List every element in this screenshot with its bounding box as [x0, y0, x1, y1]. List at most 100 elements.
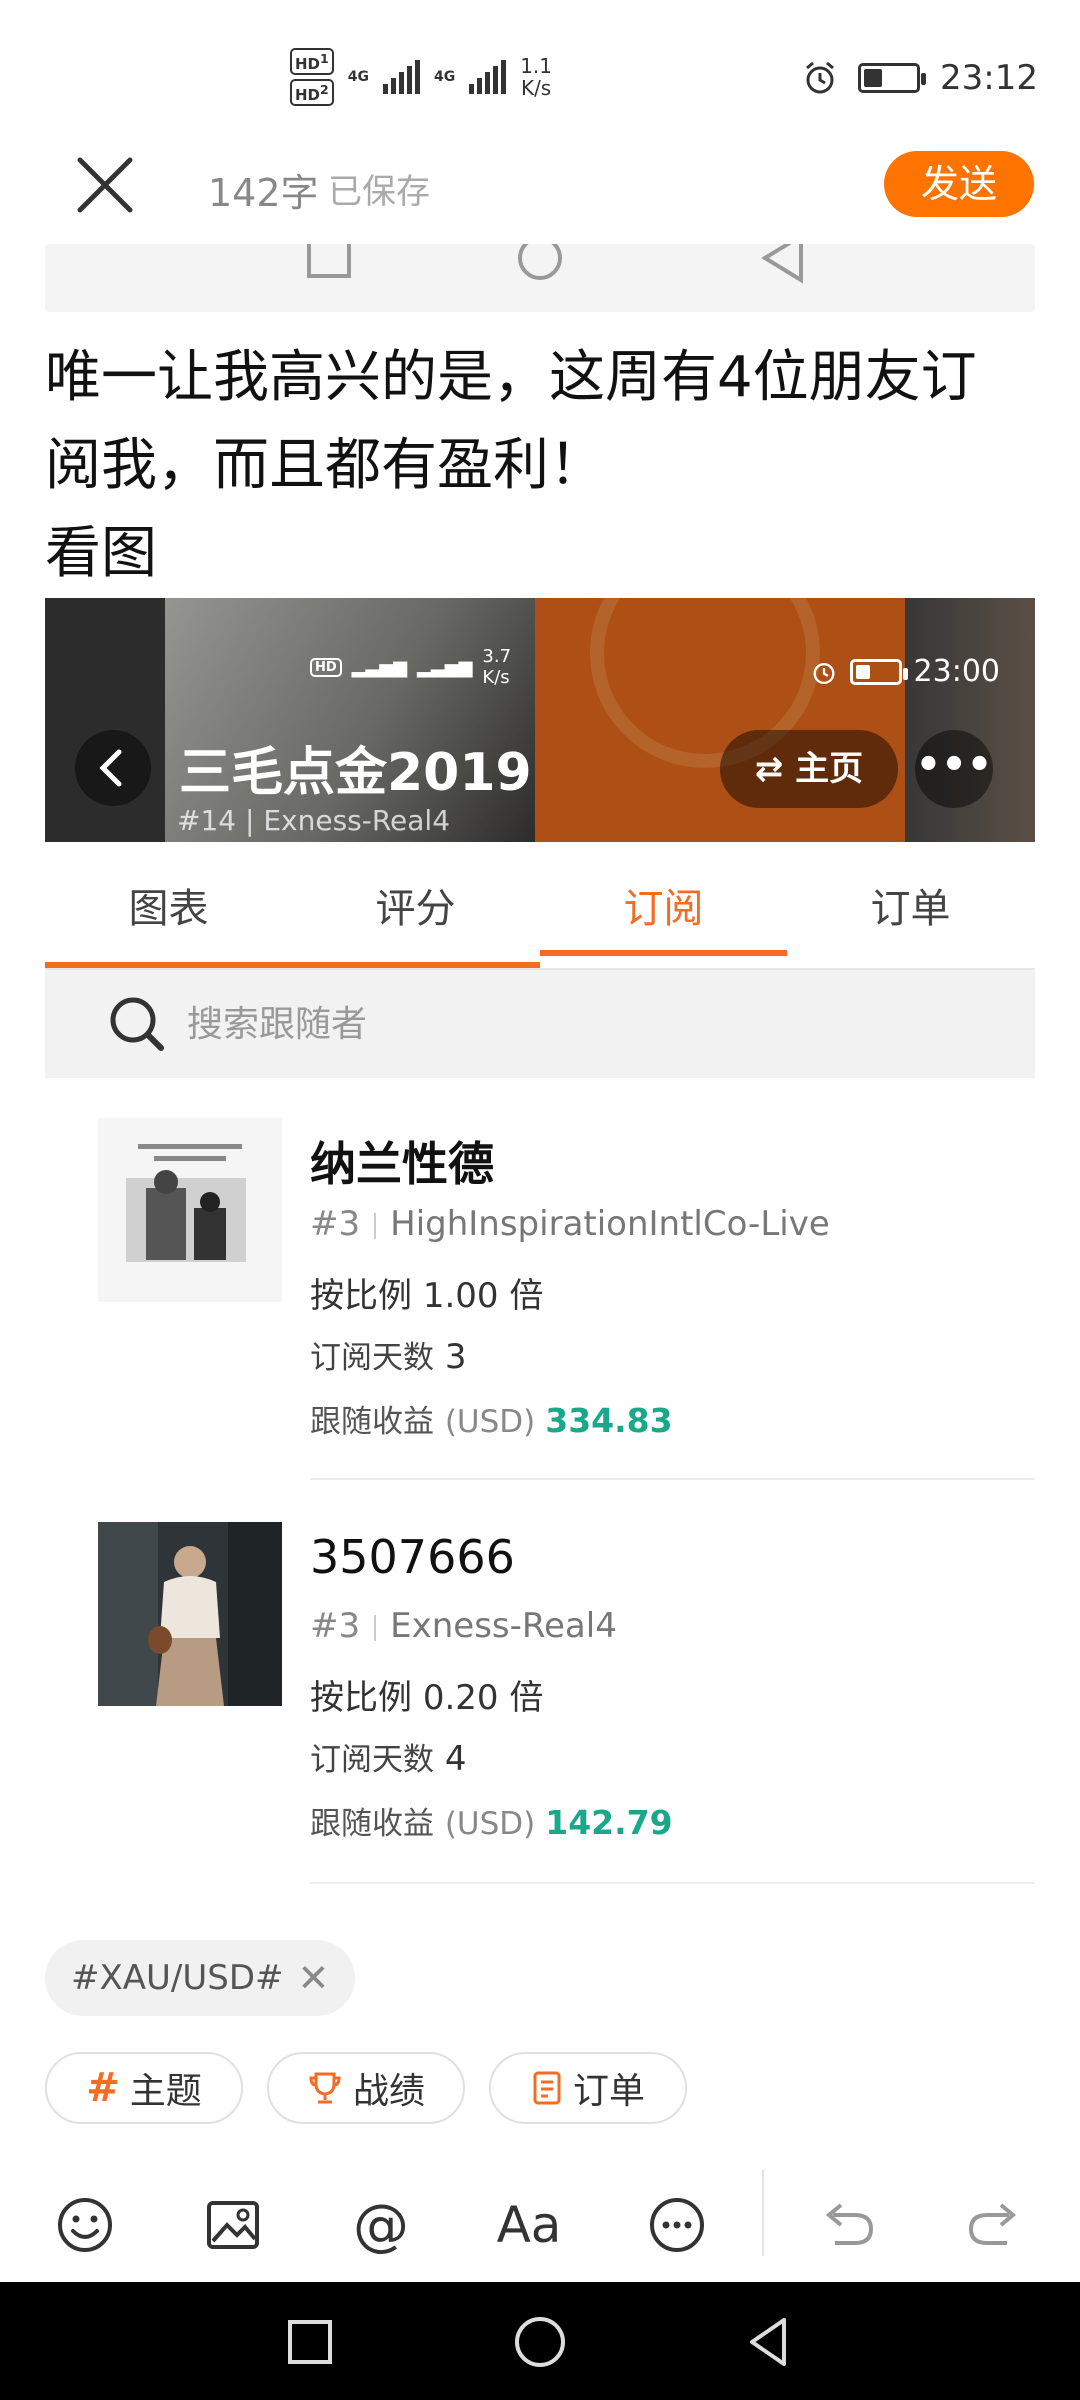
- tab-subscription[interactable]: 订阅: [540, 876, 787, 934]
- follower-name: 纳兰性德: [310, 1137, 494, 1191]
- embedded-status-right: 23:00: [810, 654, 1000, 689]
- embedded-screenshot[interactable]: HD ▂▃▅▆ ▂▃▅▆ 3.7 K/s 23:00 三毛点金2019 #14 |…: [45, 598, 1035, 842]
- order-chip-label: 订单: [572, 2071, 645, 2112]
- more-icon: [650, 2198, 704, 2252]
- embedded-speed: 3.7 K/s: [482, 646, 512, 688]
- signal-icon-2: [469, 60, 507, 94]
- saved-status: 已保存: [328, 172, 430, 212]
- hd-badge-2: HD2: [290, 79, 334, 106]
- post-body[interactable]: 唯一让我高兴的是，这周有4位朋友订 阅我，而且都有盈利！ 看图: [45, 334, 1045, 598]
- topic-chip-label: 主题: [129, 2071, 202, 2112]
- embedded-more-icon: •••: [915, 730, 993, 808]
- toolbar-divider: [762, 2170, 764, 2256]
- trophy-icon: [309, 2072, 341, 2104]
- editor-header: 142字 已保存 发送: [0, 140, 1080, 240]
- network-type-2: 4G: [433, 69, 456, 85]
- emoji-button[interactable]: [50, 2190, 120, 2260]
- home-button[interactable]: [510, 2312, 570, 2372]
- emoji-icon: [58, 2198, 112, 2252]
- tab-progress-line: [45, 962, 540, 968]
- redo-icon: [968, 2203, 1017, 2245]
- avatar-image: [98, 1522, 282, 1706]
- follower-profit: 跟随收益 (USD) 142.79: [310, 1803, 673, 1842]
- embedded-hd-badge: HD: [310, 657, 342, 677]
- search-icon: [110, 997, 164, 1051]
- follower-days: 订阅天数 3: [310, 1337, 467, 1377]
- topic-chip[interactable]: # 主题: [45, 2052, 243, 2124]
- tab-chart[interactable]: 图表: [45, 876, 292, 934]
- remove-tag-icon[interactable]: ✕: [298, 1940, 330, 2016]
- undo-button[interactable]: [812, 2190, 882, 2260]
- row-divider: [310, 1478, 1035, 1480]
- search-input[interactable]: [187, 970, 987, 1078]
- tab-orders[interactable]: 订单: [787, 876, 1034, 934]
- network-type-1: 4G: [347, 69, 369, 85]
- record-chip-label: 战绩: [352, 2071, 425, 2112]
- send-button[interactable]: 发送: [884, 151, 1034, 217]
- post-line: 唯一让我高兴的是，这周有4位朋友订: [45, 345, 977, 410]
- undo-icon: [825, 2203, 874, 2245]
- mention-button[interactable]: @: [346, 2190, 416, 2260]
- post-line: 阅我，而且都有盈利！: [45, 433, 605, 498]
- embedded-back-button: [75, 730, 151, 806]
- triangle-back-icon: [750, 2318, 786, 2366]
- record-chip[interactable]: 战绩: [267, 2052, 465, 2124]
- square-icon: [288, 2320, 332, 2364]
- signal-icon-1: [382, 60, 420, 94]
- back-button[interactable]: [740, 2312, 800, 2372]
- editor-toolbar: @ Aa: [0, 2170, 1080, 2280]
- tab-rating[interactable]: 评分: [292, 876, 539, 934]
- avatar-image: [98, 1118, 282, 1302]
- hd-badge-1: HD1: [290, 48, 334, 75]
- image-icon: [207, 2201, 259, 2249]
- char-counter: 142字: [208, 171, 319, 215]
- embedded-trader-account: #14 | Exness-Real4: [177, 804, 451, 837]
- hashtag-icon: #: [86, 2065, 120, 2111]
- embedded-status-indicators: HD ▂▃▅▆ ▂▃▅▆ 3.7 K/s: [310, 646, 511, 688]
- follower-item[interactable]: 3507666 #3 Exness-Real4 按比例 0.20 倍 订阅天数 4…: [0, 1520, 1080, 1884]
- follower-account: #3 HighInspirationIntlCo-Live: [310, 1204, 830, 1244]
- follower-ratio: 按比例 0.20 倍: [310, 1678, 544, 1718]
- circle-icon: [515, 2317, 565, 2367]
- clock: 23:12: [940, 58, 1038, 98]
- avatar: [98, 1522, 282, 1706]
- redo-button[interactable]: [960, 2190, 1030, 2260]
- embedded-alarm-icon: [813, 662, 835, 684]
- tab-bar: 图表 评分 订阅 订单: [45, 858, 1035, 970]
- nav-buttons-fragment: [307, 244, 803, 284]
- active-tab-indicator: [540, 950, 787, 956]
- embedded-battery-icon: [849, 658, 908, 685]
- close-icon: [77, 157, 133, 213]
- avatar: [98, 1118, 282, 1302]
- system-navigation-bar: [0, 2282, 1080, 2400]
- topic-tag[interactable]: #XAU/USD# ✕: [45, 1940, 356, 2016]
- swap-icon: ⇄: [754, 749, 784, 789]
- follower-search-bar: [45, 970, 1035, 1078]
- embedded-signal-icon: ▂▃▅▆: [417, 656, 473, 678]
- document-icon: [533, 2071, 561, 2105]
- network-indicators: HD1 HD2 4G 4G 1.1 K/s: [290, 48, 552, 106]
- follower-days: 订阅天数 4: [310, 1739, 467, 1779]
- follower-account: #3 Exness-Real4: [310, 1606, 617, 1646]
- topic-tag-label: #XAU/USD#: [71, 1958, 284, 1998]
- post-line: 看图: [45, 521, 157, 586]
- follower-item[interactable]: 纳兰性德 #3 HighInspirationIntlCo-Live 按比例 1.…: [0, 1118, 1080, 1480]
- row-divider: [310, 1882, 1035, 1884]
- close-button[interactable]: [70, 150, 140, 220]
- at-icon: @: [353, 2192, 409, 2258]
- recents-button[interactable]: [280, 2312, 340, 2372]
- network-speed: 1.1 K/s: [520, 54, 552, 100]
- follower-profit: 跟随收益 (USD) 334.83: [310, 1401, 673, 1440]
- hd-indicators: HD1 HD2: [290, 48, 334, 106]
- follower-ratio: 按比例 1.00 倍: [310, 1276, 544, 1316]
- order-chip[interactable]: 订单: [489, 2052, 687, 2124]
- chevron-left-icon: [99, 749, 122, 787]
- alarm-icon: [806, 61, 834, 94]
- text-format-button[interactable]: Aa: [494, 2190, 564, 2260]
- battery-icon: [858, 63, 927, 93]
- more-button[interactable]: [642, 2190, 712, 2260]
- font-icon: Aa: [496, 2196, 562, 2254]
- image-button[interactable]: [198, 2190, 268, 2260]
- status-bar: HD1 HD2 4G 4G 1.1 K/s 23:12: [0, 0, 1080, 150]
- embedded-clock: 23:00: [913, 654, 1000, 689]
